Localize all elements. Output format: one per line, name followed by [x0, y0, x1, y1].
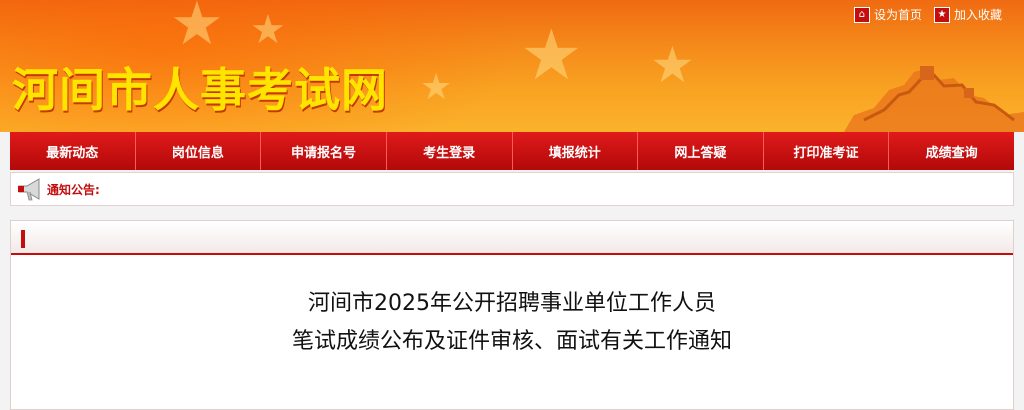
panel-accent-bar — [21, 230, 25, 248]
add-favorite-link[interactable]: ★ 加入收藏 — [933, 6, 1002, 23]
home-icon: ⌂ — [853, 6, 870, 23]
site-title: 河间市人事考试网 — [12, 63, 388, 117]
site-header: ★ ★ ★ ★ ★ ⌂ 设为首页 ★ 加入收藏 河间市人事考试网 — [0, 0, 1024, 132]
set-homepage-label: 设为首页 — [873, 8, 922, 22]
nav-position-info[interactable]: 岗位信息 — [136, 132, 262, 170]
megaphone-icon — [18, 178, 40, 201]
add-favorite-label: 加入收藏 — [953, 8, 1002, 22]
nav-latest-news[interactable]: 最新动态 — [10, 132, 136, 170]
nav-fill-statistics[interactable]: 填报统计 — [513, 132, 639, 170]
panel-header — [11, 221, 1013, 255]
main-nav: 最新动态 岗位信息 申请报名号 考生登录 填报统计 网上答疑 打印准考证 成绩查… — [10, 132, 1014, 170]
nav-print-admission[interactable]: 打印准考证 — [764, 132, 890, 170]
nav-apply-registration[interactable]: 申请报名号 — [261, 132, 387, 170]
article-title-line-1: 河间市2025年公开招聘事业单位工作人员 — [308, 291, 716, 316]
nav-score-query[interactable]: 成绩查询 — [889, 132, 1014, 170]
decor-star-icon: ★ — [520, 14, 583, 96]
nav-online-qa[interactable]: 网上答疑 — [638, 132, 764, 170]
article-title: 河间市2025年公开招聘事业单位工作人员 笔试成绩公布及证件审核、面试有关工作通… — [11, 285, 1013, 361]
set-homepage-link[interactable]: ⌂ 设为首页 — [853, 6, 922, 23]
article-title-line-2: 笔试成绩公布及证件审核、面试有关工作通知 — [291, 329, 732, 354]
decor-star-icon: ★ — [420, 67, 453, 108]
decor-star-icon: ★ — [250, 7, 286, 53]
great-wall-graphic — [844, 66, 1024, 132]
decor-star-icon: ★ — [170, 0, 224, 59]
decor-star-icon: ★ — [650, 36, 695, 94]
notice-label: 通知公告: — [47, 182, 100, 197]
header-links: ⌂ 设为首页 ★ 加入收藏 — [853, 6, 1002, 23]
star-icon: ★ — [933, 6, 950, 23]
article-panel: 河间市2025年公开招聘事业单位工作人员 笔试成绩公布及证件审核、面试有关工作通… — [10, 220, 1014, 410]
notice-bar: 通知公告: — [10, 172, 1014, 206]
nav-candidate-login[interactable]: 考生登录 — [387, 132, 513, 170]
